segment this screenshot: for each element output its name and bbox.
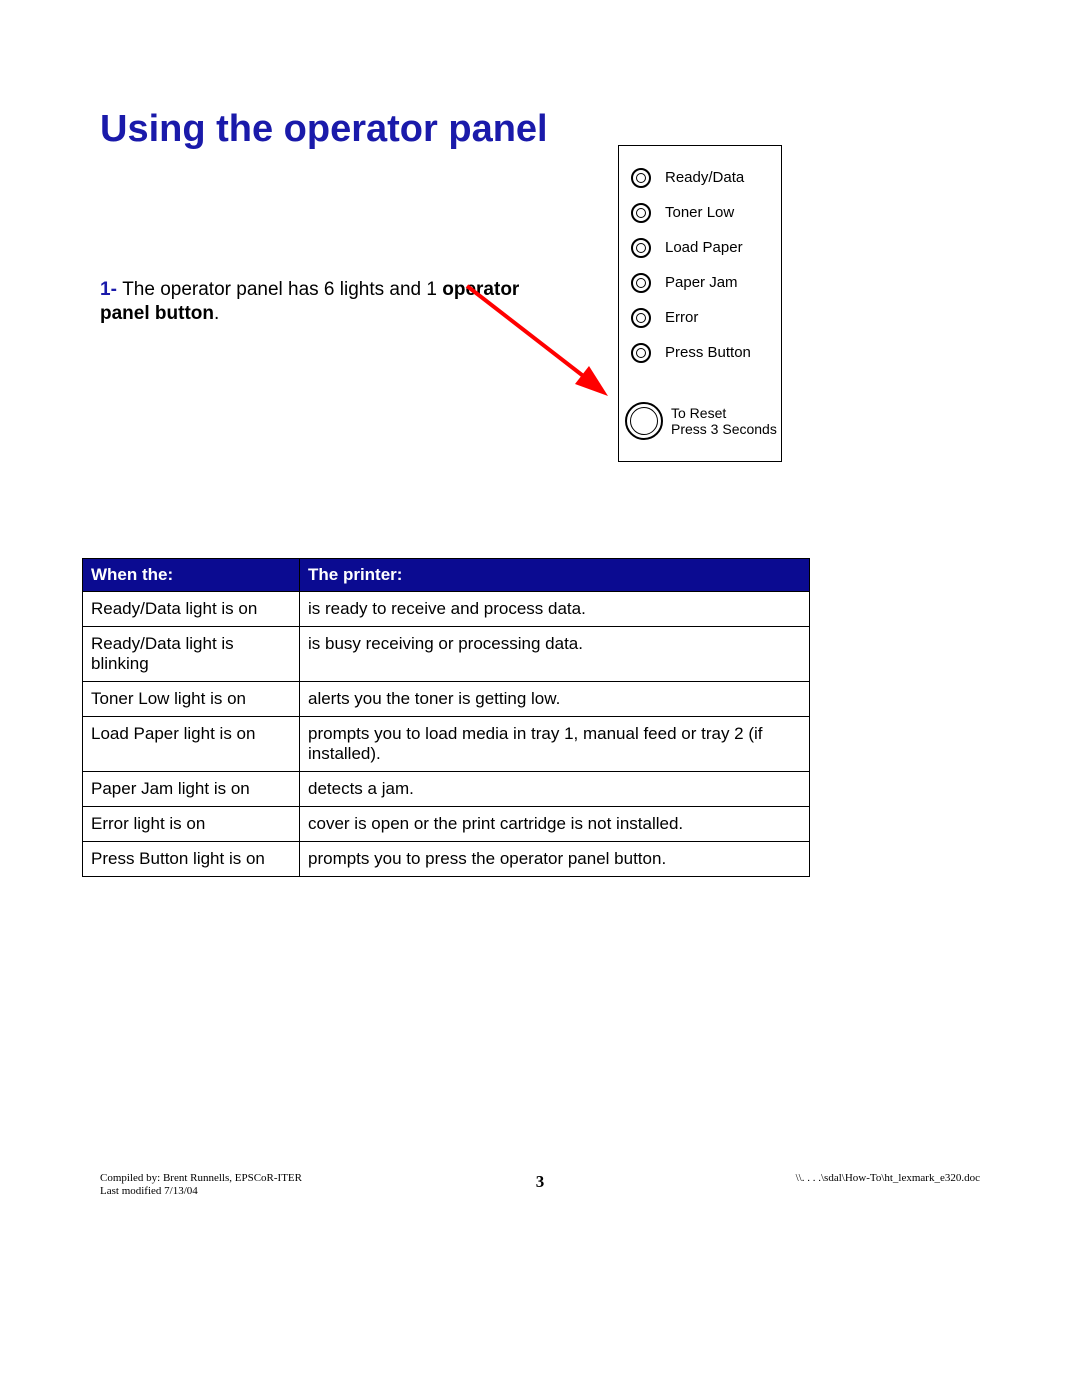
table-row: Ready/Data light is blinkingis busy rece…: [83, 627, 810, 682]
table-row: Toner Low light is onalerts you the tone…: [83, 682, 810, 717]
cell-when: Error light is on: [83, 807, 300, 842]
cell-printer: alerts you the toner is getting low.: [300, 682, 810, 717]
operator-button-icon: [625, 402, 663, 440]
cell-when: Ready/Data light is on: [83, 592, 300, 627]
led-row-load-paper: Load Paper: [619, 230, 781, 265]
cell-printer: prompts you to press the operator panel …: [300, 842, 810, 877]
footer-path: \\. . . .\sdal\How-To\ht_lexmark_e320.do…: [796, 1172, 980, 1184]
led-row-toner-low: Toner Low: [619, 195, 781, 230]
led-icon: [631, 273, 651, 293]
led-row-paper-jam: Paper Jam: [619, 265, 781, 300]
table-row: Paper Jam light is ondetects a jam.: [83, 772, 810, 807]
led-row-press-button: Press Button: [619, 335, 781, 370]
led-label: Error: [665, 309, 698, 326]
led-label: Paper Jam: [665, 274, 738, 291]
table-header-printer: The printer:: [300, 559, 810, 592]
cell-printer: is ready to receive and process data.: [300, 592, 810, 627]
intro-text-1: The operator panel has 6 lights and 1: [122, 279, 442, 300]
intro-paragraph: 1- The operator panel has 6 lights and 1…: [100, 278, 560, 326]
led-label: Load Paper: [665, 239, 743, 256]
cell-printer: detects a jam.: [300, 772, 810, 807]
reset-button-row: To Reset Press 3 Seconds: [619, 402, 781, 440]
led-icon: [631, 238, 651, 258]
step-number: 1-: [100, 279, 122, 300]
intro-text-2: .: [214, 303, 219, 324]
led-label: Toner Low: [665, 204, 734, 221]
page-title: Using the operator panel: [100, 108, 548, 151]
led-row-ready-data: Ready/Data: [619, 160, 781, 195]
table-row: Error light is oncover is open or the pr…: [83, 807, 810, 842]
page-footer: Compiled by: Brent Runnells, EPSCoR-ITER…: [100, 1172, 980, 1202]
led-icon: [631, 168, 651, 188]
table-row: Press Button light is onprompts you to p…: [83, 842, 810, 877]
cell-when: Load Paper light is on: [83, 717, 300, 772]
led-icon: [631, 308, 651, 328]
table-row: Load Paper light is onprompts you to loa…: [83, 717, 810, 772]
cell-when: Press Button light is on: [83, 842, 300, 877]
led-row-error: Error: [619, 300, 781, 335]
led-label: Press Button: [665, 344, 751, 361]
table-row: Ready/Data light is onis ready to receiv…: [83, 592, 810, 627]
cell-printer: is busy receiving or processing data.: [300, 627, 810, 682]
led-label: Ready/Data: [665, 169, 744, 186]
cell-when: Toner Low light is on: [83, 682, 300, 717]
cell-printer: prompts you to load media in tray 1, man…: [300, 717, 810, 772]
operator-panel-diagram: Ready/Data Toner Low Load Paper Paper Ja…: [618, 145, 782, 462]
reset-line2: Press 3 Seconds: [671, 421, 777, 437]
led-icon: [631, 203, 651, 223]
reset-line1: To Reset: [671, 405, 777, 421]
status-table: When the: The printer: Ready/Data light …: [82, 558, 810, 877]
led-icon: [631, 343, 651, 363]
cell-when: Ready/Data light is blinking: [83, 627, 300, 682]
cell-when: Paper Jam light is on: [83, 772, 300, 807]
cell-printer: cover is open or the print cartridge is …: [300, 807, 810, 842]
table-header-when: When the:: [83, 559, 300, 592]
reset-text: To Reset Press 3 Seconds: [671, 405, 777, 437]
